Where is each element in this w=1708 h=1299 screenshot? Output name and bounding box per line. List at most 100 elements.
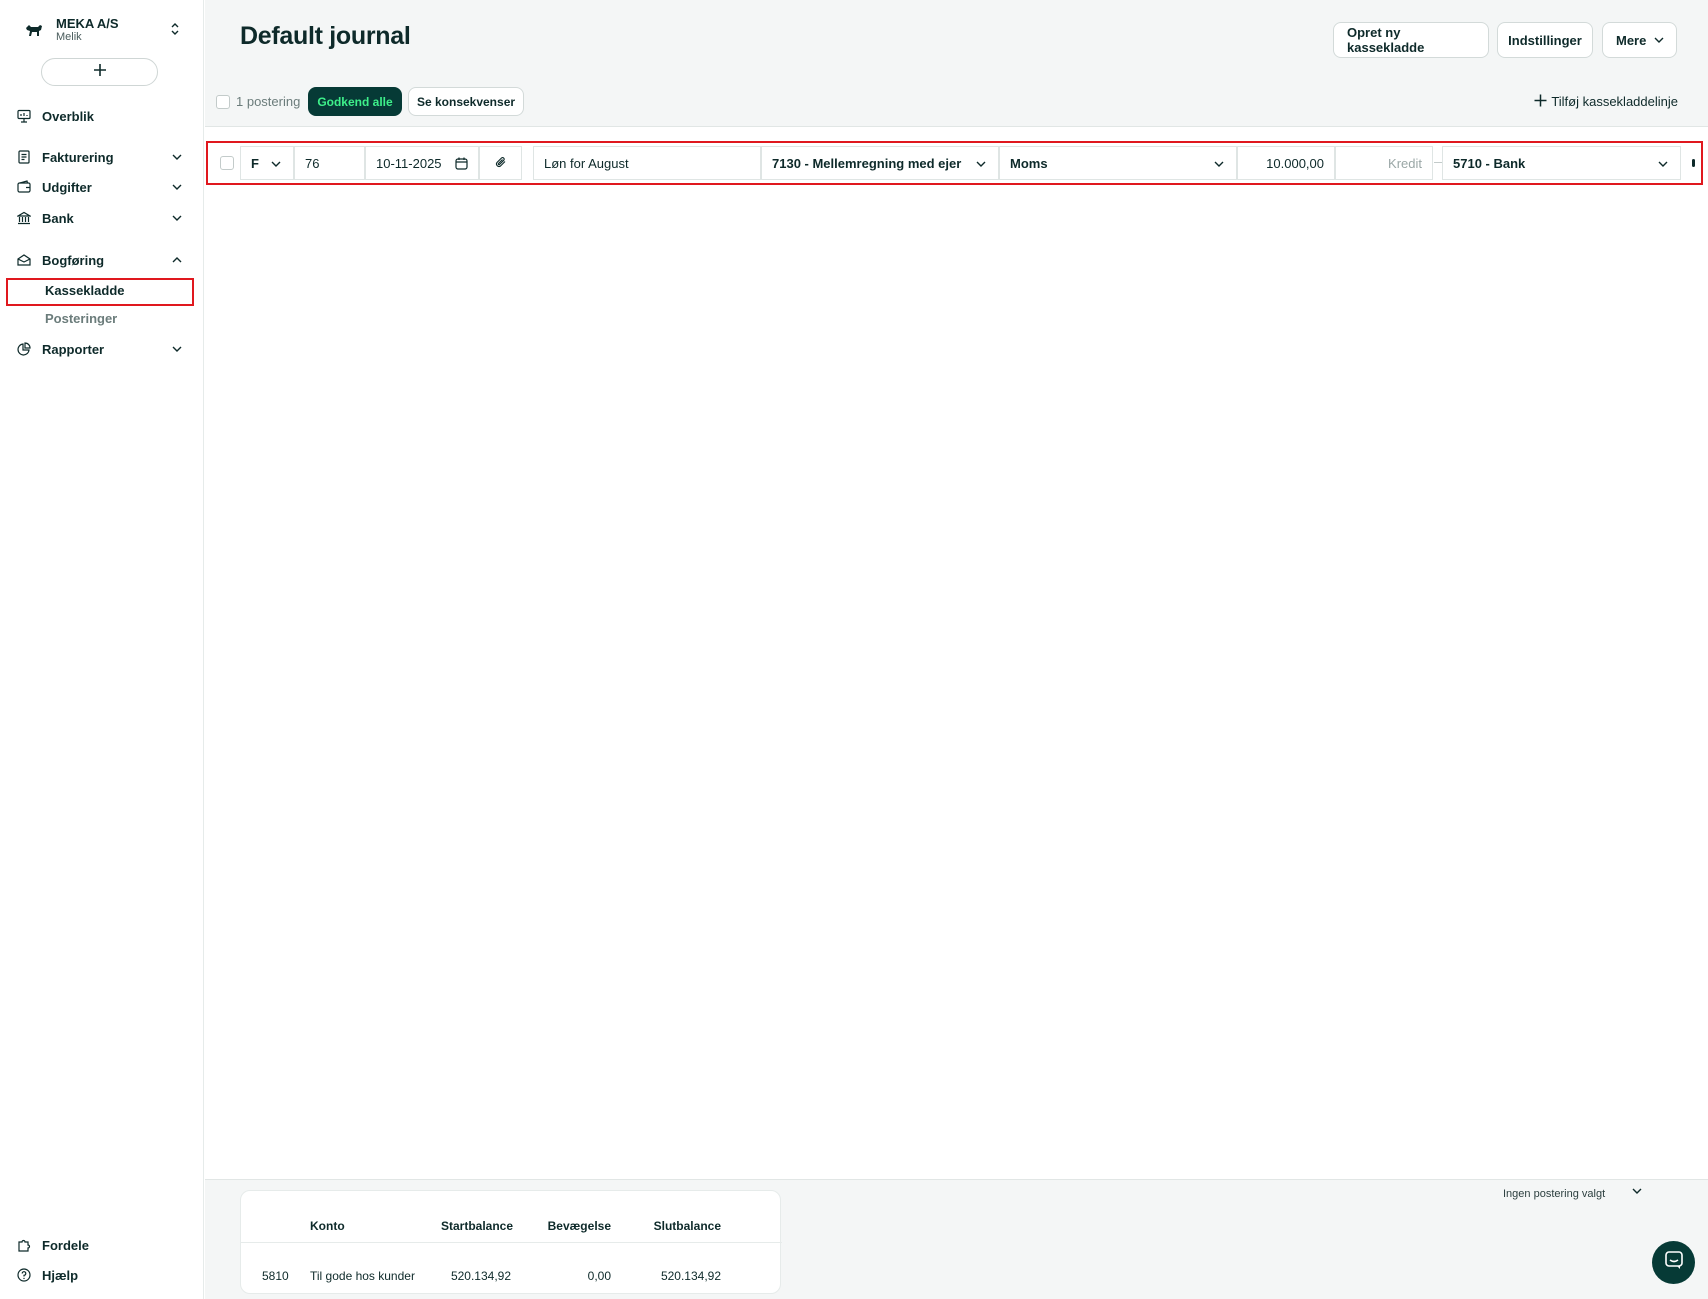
dog-logo-icon — [22, 18, 46, 42]
journal-row: F 76 10-11-2025 Løn for August 7130 - Me… — [208, 143, 1701, 183]
account-select[interactable]: 7130 - Mellemregning med ejer — [761, 146, 999, 180]
row-checkbox[interactable] — [220, 156, 234, 170]
vat-select[interactable]: Moms — [999, 146, 1237, 180]
chevron-down-icon — [1654, 37, 1664, 43]
sidebar-item-label: Overblik — [42, 108, 95, 124]
row-overflow-icon[interactable] — [1692, 159, 1695, 167]
voucher-number-input[interactable]: 76 — [294, 146, 365, 180]
sidebar-item-hjaelp[interactable]: Hjælp — [16, 1263, 188, 1287]
chevron-down-icon — [170, 342, 184, 356]
quick-add-button[interactable] — [41, 58, 158, 86]
balance-table: Konto Startbalance Bevægelse Slutbalance… — [240, 1190, 782, 1294]
sidebar-sub-item-kassekladde[interactable]: Kassekladde — [45, 283, 125, 298]
chevron-down-icon — [974, 157, 988, 171]
sidebar-item-bank[interactable]: Bank — [16, 206, 188, 230]
sidebar-item-rapporter[interactable]: Rapporter — [16, 337, 188, 361]
field-divider — [1434, 162, 1442, 163]
puzzle-icon — [16, 1237, 32, 1253]
company-switcher[interactable]: MEKA A/S Melik — [22, 12, 182, 48]
chevron-down-icon — [1212, 157, 1226, 171]
chat-support-button[interactable] — [1652, 1241, 1695, 1284]
date-input[interactable]: 10-11-2025 — [365, 146, 479, 180]
balance-footer: Konto Startbalance Bevægelse Slutbalance… — [205, 1179, 1708, 1299]
sidebar-item-label: Fakturering — [42, 149, 114, 165]
sidebar-item-label: Rapporter — [42, 341, 105, 357]
presentation-icon — [16, 108, 32, 124]
credit-input[interactable]: Kredit — [1335, 146, 1433, 180]
approve-all-button[interactable]: Godkend alle — [308, 87, 402, 116]
company-names: MEKA A/S Melik — [56, 16, 119, 45]
more-button[interactable]: Mere — [1602, 22, 1677, 58]
pie-chart-icon — [16, 341, 32, 357]
page-header: Default journal Opret ny kassekladde Ind… — [205, 0, 1708, 127]
description-value: Løn for August — [544, 155, 629, 171]
description-input[interactable]: Løn for August — [533, 146, 761, 180]
account-number: 5810 — [262, 1269, 289, 1283]
sidebar-item-label: Hjælp — [42, 1267, 79, 1283]
sidebar-item-label: Udgifter — [42, 179, 92, 195]
sidebar-item-overblik[interactable]: Overblik — [16, 104, 188, 128]
column-header-slutbalance: Slutbalance — [653, 1219, 721, 1233]
chevron-up-icon — [170, 253, 184, 267]
ledger-icon — [16, 252, 32, 268]
posting-count: 1 postering — [236, 94, 301, 109]
chevron-down-icon[interactable] — [1630, 1184, 1644, 1198]
start-balance: 520.134,92 — [450, 1269, 511, 1283]
add-journal-line-label: Tilføj kassekladdelinje — [1551, 93, 1678, 109]
sidebar-item-fakturering[interactable]: Fakturering — [16, 145, 188, 169]
chevron-down-icon — [269, 157, 283, 171]
chevron-down-icon — [1656, 157, 1670, 171]
no-posting-selected: Ingen postering valgt — [1503, 1188, 1606, 1200]
see-consequences-button[interactable]: Se konsekvenser — [408, 87, 524, 116]
entry-type-value: F — [251, 155, 259, 171]
calendar-icon[interactable] — [454, 156, 468, 170]
sidebar-item-label: Bogføring — [42, 252, 105, 268]
account-value: 7130 - Mellemregning med ejer — [772, 155, 962, 171]
sidebar-item-udgifter[interactable]: Udgifter — [16, 175, 188, 199]
sidebar-item-label: Bank — [42, 210, 74, 226]
credit-placeholder: Kredit — [1388, 155, 1422, 171]
debit-input[interactable]: 10.000,00 — [1237, 146, 1335, 180]
sidebar-sub-item-posteringer[interactable]: Posteringer — [45, 311, 117, 326]
main-content: Default journal Opret ny kassekladde Ind… — [205, 0, 1708, 1299]
bank-icon — [16, 210, 32, 226]
end-balance: 520.134,92 — [660, 1269, 721, 1283]
create-journal-button[interactable]: Opret ny kassekladde — [1333, 22, 1489, 58]
chat-icon — [1664, 1250, 1684, 1275]
entry-type-select[interactable]: F — [240, 146, 294, 180]
column-header-bevaegelse: Bevægelse — [547, 1219, 611, 1233]
chevron-down-icon — [170, 150, 184, 164]
sidebar-item-label: Fordele — [42, 1237, 89, 1253]
sidebar: MEKA A/S Melik Overblik Fakturering Udgi… — [0, 0, 204, 1299]
help-icon — [16, 1267, 32, 1283]
plus-icon — [93, 63, 107, 82]
page-title: Default journal — [240, 22, 411, 50]
chevron-up-down-icon[interactable] — [168, 20, 182, 38]
more-button-label: Mere — [1616, 32, 1647, 48]
vat-value: Moms — [1010, 155, 1048, 171]
contra-account-value: 5710 - Bank — [1453, 155, 1526, 171]
add-journal-line-button[interactable]: Tilføj kassekladdelinje — [1534, 92, 1678, 110]
column-header-konto: Konto — [310, 1219, 345, 1233]
user-name: Melik — [56, 31, 82, 44]
date-value: 10-11-2025 — [376, 155, 442, 171]
table-divider — [241, 1242, 782, 1243]
movement: 0,00 — [587, 1269, 611, 1283]
debit-value: 10.000,00 — [1266, 155, 1324, 171]
invoice-icon — [16, 149, 32, 165]
plus-icon — [1534, 92, 1547, 110]
settings-button[interactable]: Indstillinger — [1497, 22, 1593, 58]
wallet-icon — [16, 179, 32, 195]
voucher-number-value: 76 — [305, 155, 320, 171]
sidebar-item-fordele[interactable]: Fordele — [16, 1233, 188, 1257]
column-header-startbalance: Startbalance — [441, 1219, 514, 1233]
paperclip-icon — [495, 156, 507, 171]
company-name: MEKA A/S — [56, 15, 119, 31]
attachment-button[interactable] — [479, 146, 522, 180]
sidebar-item-bogforing[interactable]: Bogføring — [16, 248, 188, 272]
chevron-down-icon — [170, 211, 184, 225]
contra-account-select[interactable]: 5710 - Bank — [1442, 146, 1681, 180]
account-name: Til gode hos kunder — [310, 1269, 415, 1283]
chevron-down-icon — [170, 180, 184, 194]
select-all-checkbox[interactable] — [216, 95, 230, 109]
